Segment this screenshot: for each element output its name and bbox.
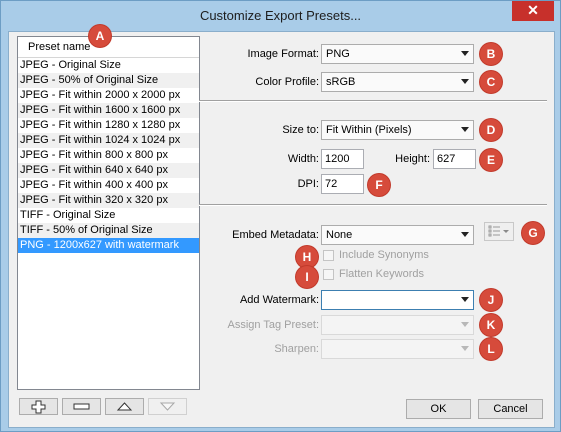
triangle-down-icon [159,402,176,411]
preset-item[interactable]: JPEG - Fit within 2000 x 2000 px [18,88,199,103]
sharpen-select[interactable] [321,339,474,359]
image-format-label: Image Format: [247,48,319,60]
preset-item[interactable]: JPEG - Fit within 400 x 400 px [18,178,199,193]
flatten-keywords-label: Flatten Keywords [339,268,424,280]
close-icon: ✕ [527,2,539,18]
dialog-window: Customize Export Presets... ✕ Preset nam… [0,0,561,432]
chevron-down-icon [461,322,469,327]
annotation-badge: H [296,246,318,268]
color-profile-label: Color Profile: [255,76,319,88]
preset-item[interactable]: JPEG - Fit within 1024 x 1024 px [18,133,199,148]
preset-item[interactable]: JPEG - 50% of Original Size [18,73,199,88]
flatten-keywords-checkbox[interactable] [323,269,334,280]
image-format-value: PNG [326,48,350,60]
include-synonyms-label: Include Synonyms [339,249,429,261]
annotation-badge: L [480,338,502,360]
dpi-label: DPI: [297,178,319,190]
ok-button[interactable]: OK [406,399,471,419]
annotation-badge: D [480,119,502,141]
width-field[interactable]: 1200 [321,149,364,169]
move-down-button[interactable] [148,398,187,415]
move-up-button[interactable] [105,398,144,415]
annotation-badge: I [296,266,318,288]
preset-item[interactable]: JPEG - Fit within 800 x 800 px [18,148,199,163]
chevron-down-icon [461,127,469,132]
dpi-field[interactable]: 72 [321,174,364,194]
preset-item-selected[interactable]: PNG - 1200x627 with watermark [18,238,199,253]
chevron-down-icon [461,232,469,237]
preset-item[interactable]: TIFF - 50% of Original Size [18,223,199,238]
annotation-badge: J [480,289,502,311]
section-divider [199,100,547,102]
embed-metadata-label: Embed Metadata: [232,229,319,241]
remove-preset-button[interactable] [62,398,101,415]
color-profile-value: sRGB [326,76,356,88]
title-bar[interactable]: Customize Export Presets... ✕ [1,1,560,31]
chevron-down-icon [461,297,469,302]
minus-icon [73,403,90,410]
height-label: Height: [395,153,430,165]
size-to-select[interactable]: Fit Within (Pixels) [321,120,474,140]
close-button[interactable]: ✕ [512,1,554,21]
chevron-down-icon [461,346,469,351]
assign-tag-preset-label: Assign Tag Preset: [227,319,319,331]
preset-item[interactable]: TIFF - Original Size [18,208,199,223]
preset-name-column-header: Preset name [28,41,91,53]
add-watermark-label: Add Watermark: [239,294,319,306]
add-watermark-select[interactable] [321,290,474,310]
width-label: Width: [287,153,319,165]
color-profile-select[interactable]: sRGB [321,72,474,92]
preset-item[interactable]: JPEG - Original Size [18,58,199,73]
image-format-select[interactable]: PNG [321,44,474,64]
chevron-down-icon [461,51,469,56]
annotation-badge: G [522,222,544,244]
size-to-label: Size to: [282,124,319,136]
chevron-down-icon [461,79,469,84]
metadata-options-button[interactable] [484,222,514,241]
plus-icon [31,400,46,414]
window-title: Customize Export Presets... [199,8,362,23]
annotation-badge: A [89,25,111,47]
add-preset-button[interactable] [19,398,58,415]
annotation-badge: K [480,314,502,336]
triangle-up-icon [116,402,133,411]
height-field[interactable]: 627 [433,149,476,169]
preset-item[interactable]: JPEG - Fit within 1600 x 1600 px [18,103,199,118]
embed-metadata-select[interactable]: None [321,225,474,245]
annotation-badge: F [368,174,390,196]
preset-list[interactable]: Preset name JPEG - Original Size JPEG - … [17,36,200,390]
assign-tag-preset-select[interactable] [321,315,474,335]
sharpen-label: Sharpen: [274,343,319,355]
width-value: 1200 [325,153,350,165]
cancel-button[interactable]: Cancel [478,399,543,419]
height-value: 627 [437,153,456,165]
preset-item[interactable]: JPEG - Fit within 1280 x 1280 px [18,118,199,133]
annotation-badge: B [480,43,502,65]
preset-item[interactable]: JPEG - Fit within 320 x 320 px [18,193,199,208]
preset-item[interactable]: JPEG - Fit within 640 x 640 px [18,163,199,178]
annotation-badge: E [480,149,502,171]
embed-metadata-value: None [326,229,353,241]
dialog-client-area: Preset name JPEG - Original Size JPEG - … [8,25,555,428]
list-options-icon [488,225,509,237]
size-to-value: Fit Within (Pixels) [326,124,412,136]
dpi-value: 72 [325,178,338,190]
annotation-badge: C [480,71,502,93]
include-synonyms-checkbox[interactable] [323,250,334,261]
section-divider [199,204,547,206]
